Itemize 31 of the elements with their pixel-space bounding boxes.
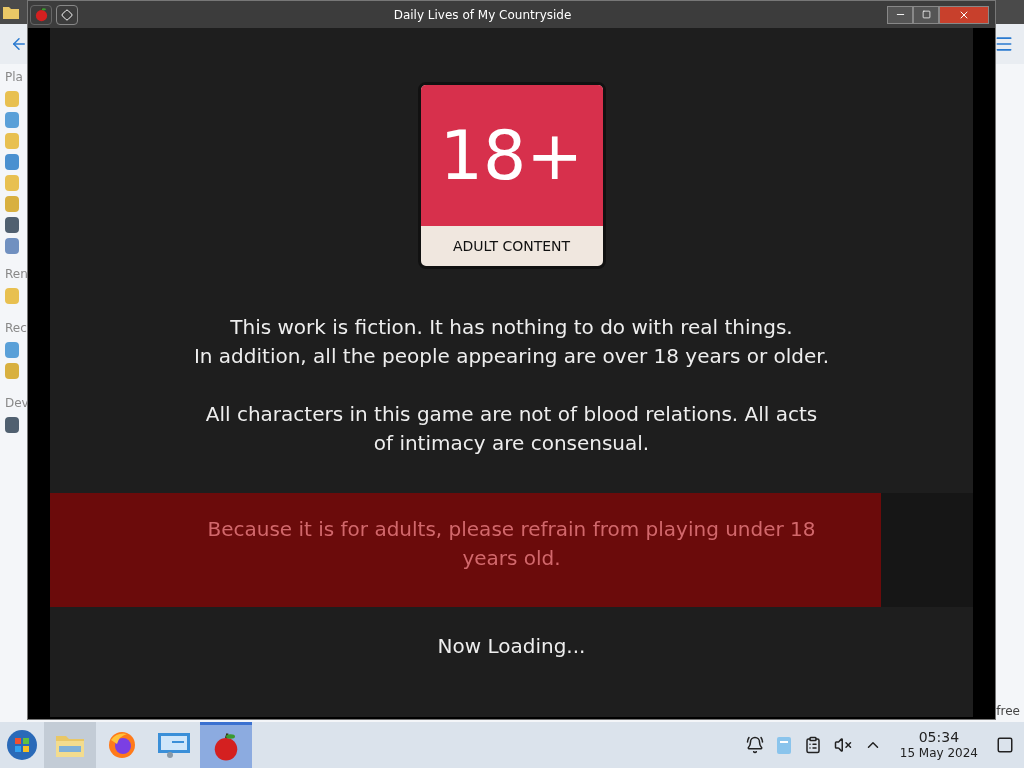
clock[interactable]: 05:34 15 May 2024	[893, 728, 984, 762]
browser-icon	[107, 730, 137, 760]
taskbar-app[interactable]	[200, 722, 252, 768]
muted-speaker-icon[interactable]	[833, 736, 852, 754]
back-icon[interactable]	[10, 35, 28, 53]
clipboard-icon[interactable]	[775, 735, 792, 755]
maximize-button[interactable]	[913, 5, 939, 24]
diamond-icon	[61, 8, 73, 21]
maximize-icon	[921, 10, 931, 19]
apple-icon	[33, 7, 49, 22]
warning-text: Because it is for adults, please refrain from playing under 18 years old.	[206, 516, 817, 572]
desktop-icon[interactable]	[996, 736, 1014, 754]
status-text: free	[996, 703, 1021, 720]
disclaimer-text: This work is fiction. It has nothing to do with real things. In addition, all the people appearing are over 18 years or older.	[193, 314, 830, 370]
monitor-icon	[157, 731, 191, 759]
window-title: Daily Lives of My Countryside	[392, 6, 573, 24]
notes-icon[interactable]	[803, 736, 822, 754]
sidebar-heading: Rec	[5, 320, 27, 337]
badge-caption: ADULT CONTENT	[452, 236, 571, 256]
app-menu-button[interactable]	[30, 4, 52, 25]
start-orb-icon	[6, 729, 38, 761]
loading-text: Now Loading...	[437, 633, 586, 660]
close-button[interactable]	[939, 5, 989, 24]
alarm-icon[interactable]	[745, 736, 764, 754]
age-rating: 18+	[439, 121, 584, 190]
sidebar-heading: Pla	[5, 69, 24, 86]
sidebar-heading: Ren	[5, 266, 27, 283]
menu-icon[interactable]	[994, 34, 1014, 54]
pin-button[interactable]	[56, 4, 78, 25]
disclaimer-text: All characters in this game are not of blood relations. All acts of intimacy are consensual.	[205, 401, 818, 457]
minimize-button[interactable]	[887, 5, 913, 24]
